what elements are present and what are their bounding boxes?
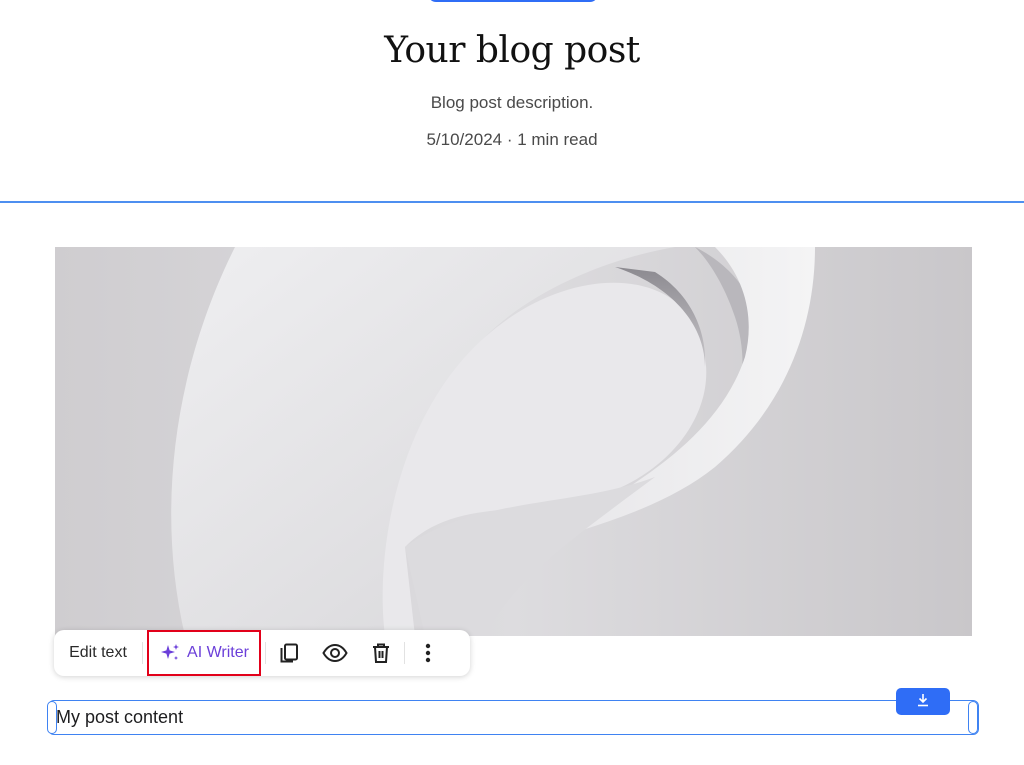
eye-icon — [322, 642, 348, 664]
more-vertical-icon — [424, 642, 432, 664]
post-meta: 5/10/2024 · 1 min read — [426, 130, 598, 149]
element-toolbar: Edit text AI Writer — [54, 630, 470, 676]
page-title[interactable]: Your blog post — [0, 30, 1024, 71]
abstract-shape-image — [55, 247, 972, 636]
text-block-selection[interactable] — [48, 700, 979, 735]
section-divider — [0, 201, 1024, 203]
delete-button[interactable] — [358, 630, 404, 676]
sparkle-icon — [159, 642, 181, 664]
trash-icon — [370, 642, 392, 664]
download-button[interactable] — [896, 688, 950, 715]
duplicate-icon — [278, 642, 300, 664]
ai-writer-label: AI Writer — [187, 644, 249, 661]
post-content-text[interactable]: My post content — [56, 707, 183, 728]
ai-writer-button[interactable]: AI Writer — [147, 630, 261, 676]
duplicate-button[interactable] — [266, 630, 312, 676]
top-action-button[interactable] — [428, 0, 598, 2]
download-icon — [916, 692, 930, 711]
editor-page: Your blog post Blog post description. 5/… — [0, 0, 1024, 765]
right-resize-handle[interactable] — [968, 701, 978, 734]
post-description[interactable]: Blog post description. — [0, 93, 1024, 113]
more-options-button[interactable] — [405, 630, 451, 676]
preview-button[interactable] — [312, 630, 358, 676]
hero-image[interactable] — [55, 247, 972, 636]
edit-text-button[interactable]: Edit text — [54, 630, 142, 676]
toolbar-divider — [142, 642, 143, 664]
